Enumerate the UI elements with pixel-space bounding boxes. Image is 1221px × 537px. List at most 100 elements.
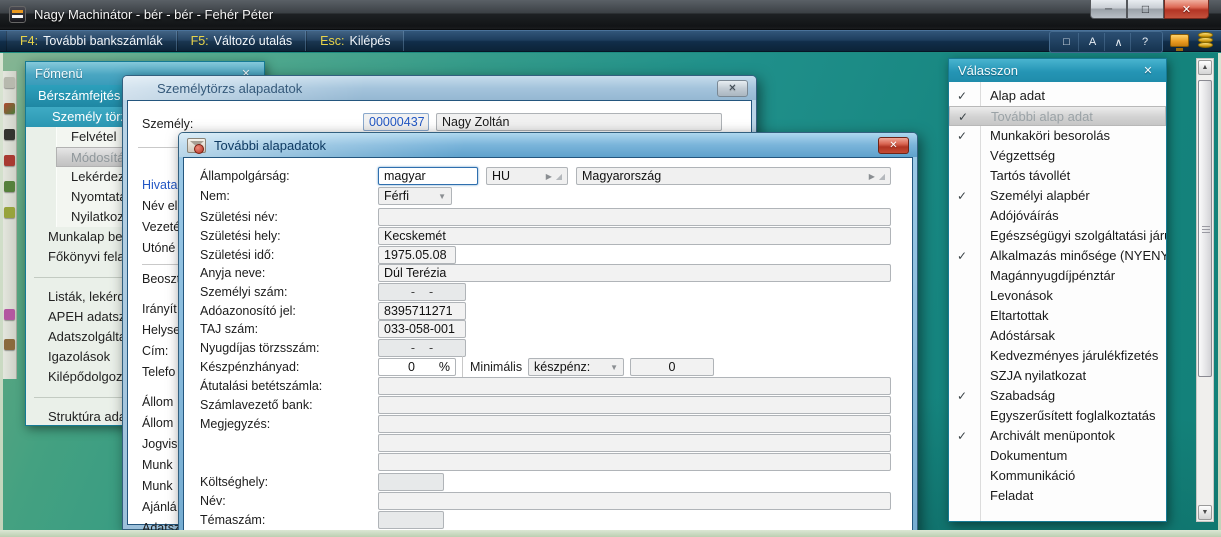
toolbar-mini-button[interactable]: A (1081, 33, 1105, 51)
valasszon-item[interactable]: További alap adat (949, 106, 1166, 126)
dialog-titlebar[interactable]: További alapadatok (179, 133, 917, 157)
arrow-up-icon: ▲ (1201, 64, 1209, 71)
person-id-field[interactable]: 00000437 (363, 113, 429, 131)
valasszon-item[interactable]: Személyi alapbér (949, 186, 1166, 206)
valasszon-item[interactable]: Adójóváírás (949, 206, 1166, 226)
field-label: Átutalási betétszámla: (200, 379, 323, 393)
birth-name-input[interactable] (378, 208, 891, 226)
country-code-combo[interactable]: HU (486, 167, 568, 185)
valasszon-item[interactable]: Dokumentum (949, 446, 1166, 466)
field-label: Születési hely: (200, 229, 281, 243)
shortcut-label: Változó utalás (213, 34, 293, 48)
cash-percent-field[interactable]: 0 % (378, 358, 456, 376)
field-label: Megjegyzés: (200, 417, 271, 431)
scroll-up-button[interactable]: ▲ (1198, 60, 1212, 75)
toolbar-shortcut-button[interactable]: F4: További bankszámlák (6, 31, 177, 51)
vertical-scrollbar[interactable]: ▲ ▼ (1196, 58, 1214, 522)
toolbar-mini-button[interactable]: □ (1055, 33, 1079, 51)
minimize-icon (1105, 4, 1112, 15)
taj-number-input[interactable] (378, 320, 466, 338)
strip-icon (4, 339, 15, 350)
field-label: Költséghely: (200, 475, 269, 489)
toolbar-window-buttons: □ A ∧ ? (1049, 31, 1163, 53)
minimal-cash-field[interactable]: 0 (630, 358, 714, 376)
cash-type-combo[interactable]: készpénz: (528, 358, 624, 376)
birth-date-input[interactable] (378, 246, 456, 264)
valasszon-item[interactable]: Adóstársak (949, 326, 1166, 346)
valasszon-item[interactable]: Kedvezményes járulékfizetés (949, 346, 1166, 366)
valasszon-titlebar[interactable]: Válasszon (949, 59, 1166, 82)
arrow-down-icon (438, 187, 446, 205)
field-label: Anyja neve: (200, 266, 266, 280)
valasszon-item[interactable]: Tartós távollét (949, 166, 1166, 186)
dialog-close-button[interactable] (878, 136, 909, 154)
scroll-down-button[interactable]: ▼ (1198, 505, 1212, 520)
valasszon-item[interactable]: Alap adat (949, 86, 1166, 106)
person-name-field[interactable]: Nagy Zoltán (436, 113, 722, 131)
app-logo-icon (9, 6, 26, 23)
tax-id-input[interactable] (378, 302, 466, 320)
szemelytorzs-titlebar[interactable]: Személytörzs alapadatok (123, 76, 756, 100)
bank-input[interactable] (378, 396, 891, 414)
strip-icon (4, 103, 15, 114)
coins-icon[interactable] (1198, 32, 1213, 50)
valasszon-item[interactable]: Alkalmazás minősége (NYENYI) (949, 246, 1166, 266)
check-icon (958, 107, 974, 125)
toolbar-shortcut-button[interactable]: Esc: Kilépés (306, 31, 405, 51)
valasszon-item[interactable]: SZJA nyilatkozat (949, 366, 1166, 386)
dialog-body: Állampolgárság: HU Magyarország Nem: Fér… (183, 157, 913, 530)
szemelytorzs-close-button[interactable] (717, 79, 748, 97)
valasszon-item[interactable]: Egészségügyi szolgáltatási járulék (949, 226, 1166, 246)
valasszon-close-icon[interactable] (1139, 63, 1157, 79)
app-titlebar[interactable]: Nagy Machinátor - bér - bér - Fehér Péte… (0, 0, 1221, 30)
maximize-icon (1142, 2, 1149, 16)
valasszon-item[interactable]: Archivált menüpontok (949, 426, 1166, 446)
field-label: Nem: (200, 189, 230, 203)
maximize-button[interactable] (1127, 0, 1164, 19)
personal-number-field: - - (378, 283, 466, 301)
transfer-account-input[interactable] (378, 377, 891, 395)
valasszon-item[interactable]: Kommunikáció (949, 466, 1166, 486)
birth-place-input[interactable] (378, 227, 891, 245)
valasszon-item[interactable]: Egyszerűsített foglalkoztatás (949, 406, 1166, 426)
valasszon-item[interactable]: Eltartottak (949, 306, 1166, 326)
check-icon (957, 86, 973, 106)
scroll-thumb[interactable] (1198, 80, 1212, 377)
valasszon-item[interactable]: Szabadság (949, 386, 1166, 406)
minimize-button[interactable] (1090, 0, 1127, 19)
divider (462, 356, 463, 379)
toolbar-mini-button[interactable]: ∧ (1107, 33, 1131, 51)
strip-icon (4, 155, 15, 166)
citizenship-input[interactable] (378, 167, 478, 185)
valasszon-item[interactable]: Munkaköri besorolás (949, 126, 1166, 146)
strip-icon (4, 77, 15, 88)
field-label: Adóazonosító jel: (200, 304, 296, 318)
comment-input-3[interactable] (378, 453, 891, 471)
field-label: Nyugdíjas törzsszám: (200, 341, 320, 355)
country-combo[interactable]: Magyarország (576, 167, 891, 185)
monitor-icon[interactable] (1170, 34, 1189, 51)
toolbar-mini-button[interactable]: ? (1133, 33, 1157, 51)
comment-input-2[interactable] (378, 434, 891, 452)
gender-combo[interactable]: Férfi (378, 187, 452, 205)
window-controls (1090, 0, 1209, 19)
comment-input-1[interactable] (378, 415, 891, 433)
valasszon-item[interactable]: Magánnyugdíjpénztár (949, 266, 1166, 286)
valasszon-item[interactable]: Végzettség (949, 146, 1166, 166)
window-border (0, 530, 1221, 537)
strip-icon (4, 207, 15, 218)
valasszon-item[interactable]: Levonások (949, 286, 1166, 306)
desktop-area: Főmenü Bérszámfejtés Személy törzs Felvé… (0, 53, 1221, 530)
tovabbi-alapadatok-dialog: További alapadatok Állampolgárság: HU Ma… (178, 132, 918, 530)
szemelytorzs-title: Személytörzs alapadatok (157, 80, 303, 96)
valasszon-item[interactable]: Feladat (949, 486, 1166, 506)
check-icon (957, 126, 973, 146)
name-input[interactable] (378, 492, 891, 510)
mother-name-input[interactable] (378, 264, 891, 282)
topic-number-field (378, 511, 444, 529)
shortcut-key: Esc: (320, 34, 345, 48)
close-button[interactable] (1164, 0, 1209, 19)
strip-icon (4, 309, 15, 320)
toolbar-shortcut-button[interactable]: F5: Változó utalás (176, 31, 307, 51)
coin (1198, 42, 1213, 48)
